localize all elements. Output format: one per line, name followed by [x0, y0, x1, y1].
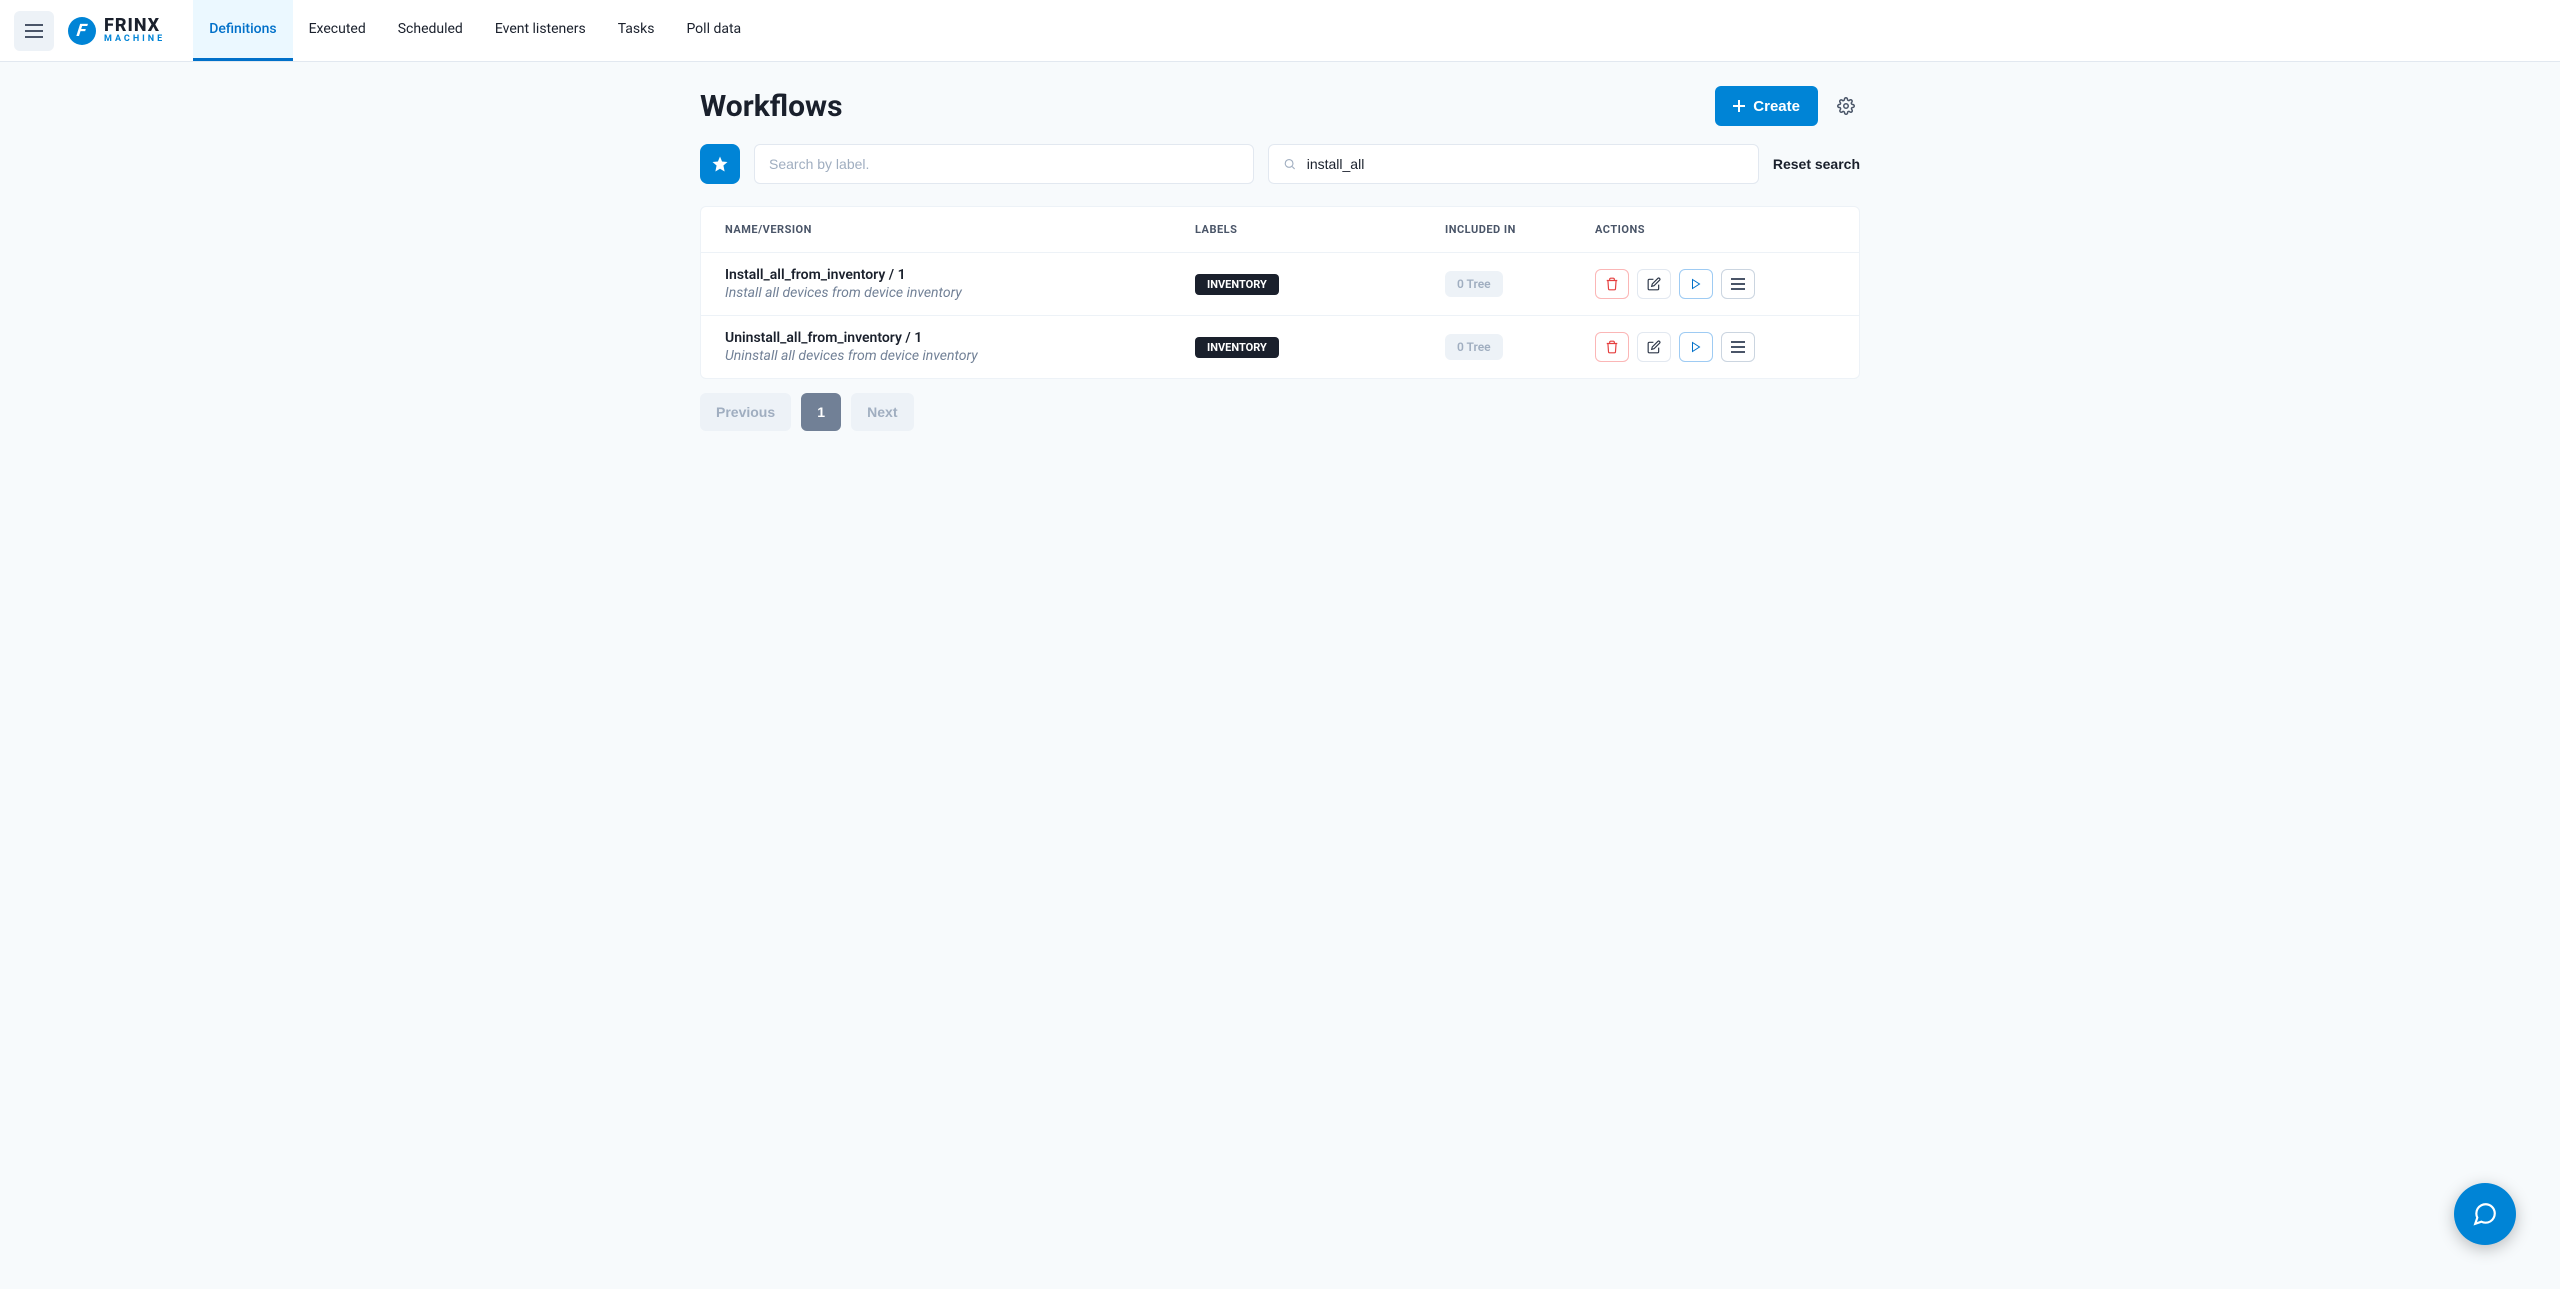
play-icon	[1690, 278, 1702, 290]
search-icon	[1283, 157, 1296, 171]
list-icon	[1731, 341, 1745, 353]
workflow-desc: Uninstall all devices from device invent…	[725, 348, 1195, 364]
settings-button[interactable]	[1832, 92, 1860, 120]
hamburger-icon	[25, 24, 43, 38]
delete-button[interactable]	[1595, 332, 1629, 362]
cell-labels: INVENTORY	[1195, 273, 1445, 295]
search-by-keyword[interactable]	[1268, 144, 1758, 184]
play-icon	[1690, 341, 1702, 353]
table-row: Install_all_from_inventory / 1 Install a…	[701, 253, 1859, 316]
search-by-label[interactable]	[754, 144, 1254, 184]
plus-icon	[1733, 100, 1745, 112]
cell-included: 0 Tree	[1445, 334, 1595, 360]
edit-icon	[1647, 340, 1661, 354]
list-icon	[1731, 278, 1745, 290]
brand-name: FRINX	[104, 17, 165, 35]
tab-scheduled[interactable]: Scheduled	[382, 0, 479, 61]
reset-search-button[interactable]: Reset search	[1773, 156, 1860, 172]
nav-tabs: Definitions Executed Scheduled Event lis…	[193, 0, 757, 61]
favorites-button[interactable]	[700, 144, 740, 184]
create-button[interactable]: Create	[1715, 86, 1818, 126]
chat-fab[interactable]	[2454, 1183, 2516, 1245]
workflow-desc: Install all devices from device inventor…	[725, 285, 1195, 301]
tab-executed[interactable]: Executed	[293, 0, 382, 61]
main-content: Workflows Create Reset search NAME/VERSI…	[690, 86, 1870, 431]
search-label-input[interactable]	[769, 156, 1239, 172]
more-button[interactable]	[1721, 332, 1755, 362]
label-pill[interactable]: INVENTORY	[1195, 337, 1279, 358]
workflow-name[interactable]: Uninstall_all_from_inventory / 1	[725, 330, 1195, 346]
table-row: Uninstall_all_from_inventory / 1 Uninsta…	[701, 316, 1859, 378]
gear-icon	[1837, 97, 1855, 115]
table-header: NAME/VERSION LABELS INCLUDED IN ACTIONS	[701, 207, 1859, 253]
col-name: NAME/VERSION	[725, 223, 1195, 236]
tab-definitions[interactable]: Definitions	[193, 0, 292, 61]
hamburger-menu-button[interactable]	[14, 11, 54, 51]
workflows-table: NAME/VERSION LABELS INCLUDED IN ACTIONS …	[700, 206, 1860, 379]
logo-icon	[68, 17, 96, 45]
col-included: INCLUDED IN	[1445, 223, 1595, 236]
tab-tasks[interactable]: Tasks	[602, 0, 671, 61]
star-icon	[711, 155, 729, 173]
page-title: Workflows	[700, 89, 843, 124]
top-bar: FRINX MACHINE Definitions Executed Sched…	[0, 0, 2560, 62]
tab-poll-data[interactable]: Poll data	[670, 0, 757, 61]
cell-actions	[1595, 332, 1835, 362]
trash-icon	[1605, 277, 1619, 291]
more-button[interactable]	[1721, 269, 1755, 299]
edit-button[interactable]	[1637, 269, 1671, 299]
pagination-next[interactable]: Next	[851, 393, 913, 431]
pagination: Previous 1 Next	[700, 393, 1860, 431]
create-button-label: Create	[1753, 98, 1800, 115]
edit-button[interactable]	[1637, 332, 1671, 362]
tree-pill[interactable]: 0 Tree	[1445, 271, 1503, 297]
cell-labels: INVENTORY	[1195, 336, 1445, 358]
cell-name: Install_all_from_inventory / 1 Install a…	[725, 267, 1195, 301]
delete-button[interactable]	[1595, 269, 1629, 299]
brand-logo[interactable]: FRINX MACHINE	[68, 17, 165, 45]
search-keyword-input[interactable]	[1307, 156, 1744, 172]
tab-event-listeners[interactable]: Event listeners	[479, 0, 602, 61]
edit-icon	[1647, 277, 1661, 291]
cell-actions	[1595, 269, 1835, 299]
label-pill[interactable]: INVENTORY	[1195, 274, 1279, 295]
page-header-actions: Create	[1715, 86, 1860, 126]
col-actions: ACTIONS	[1595, 223, 1835, 236]
tree-pill[interactable]: 0 Tree	[1445, 334, 1503, 360]
play-button[interactable]	[1679, 269, 1713, 299]
trash-icon	[1605, 340, 1619, 354]
col-labels: LABELS	[1195, 223, 1445, 236]
pagination-page-1[interactable]: 1	[801, 393, 841, 431]
cell-included: 0 Tree	[1445, 271, 1595, 297]
page-header: Workflows Create	[700, 86, 1860, 126]
chat-icon	[2472, 1201, 2498, 1227]
cell-name: Uninstall_all_from_inventory / 1 Uninsta…	[725, 330, 1195, 364]
pagination-prev[interactable]: Previous	[700, 393, 791, 431]
search-row: Reset search	[700, 144, 1860, 184]
workflow-name[interactable]: Install_all_from_inventory / 1	[725, 267, 1195, 283]
play-button[interactable]	[1679, 332, 1713, 362]
logo-text: FRINX MACHINE	[104, 17, 165, 44]
brand-sub: MACHINE	[104, 35, 165, 44]
